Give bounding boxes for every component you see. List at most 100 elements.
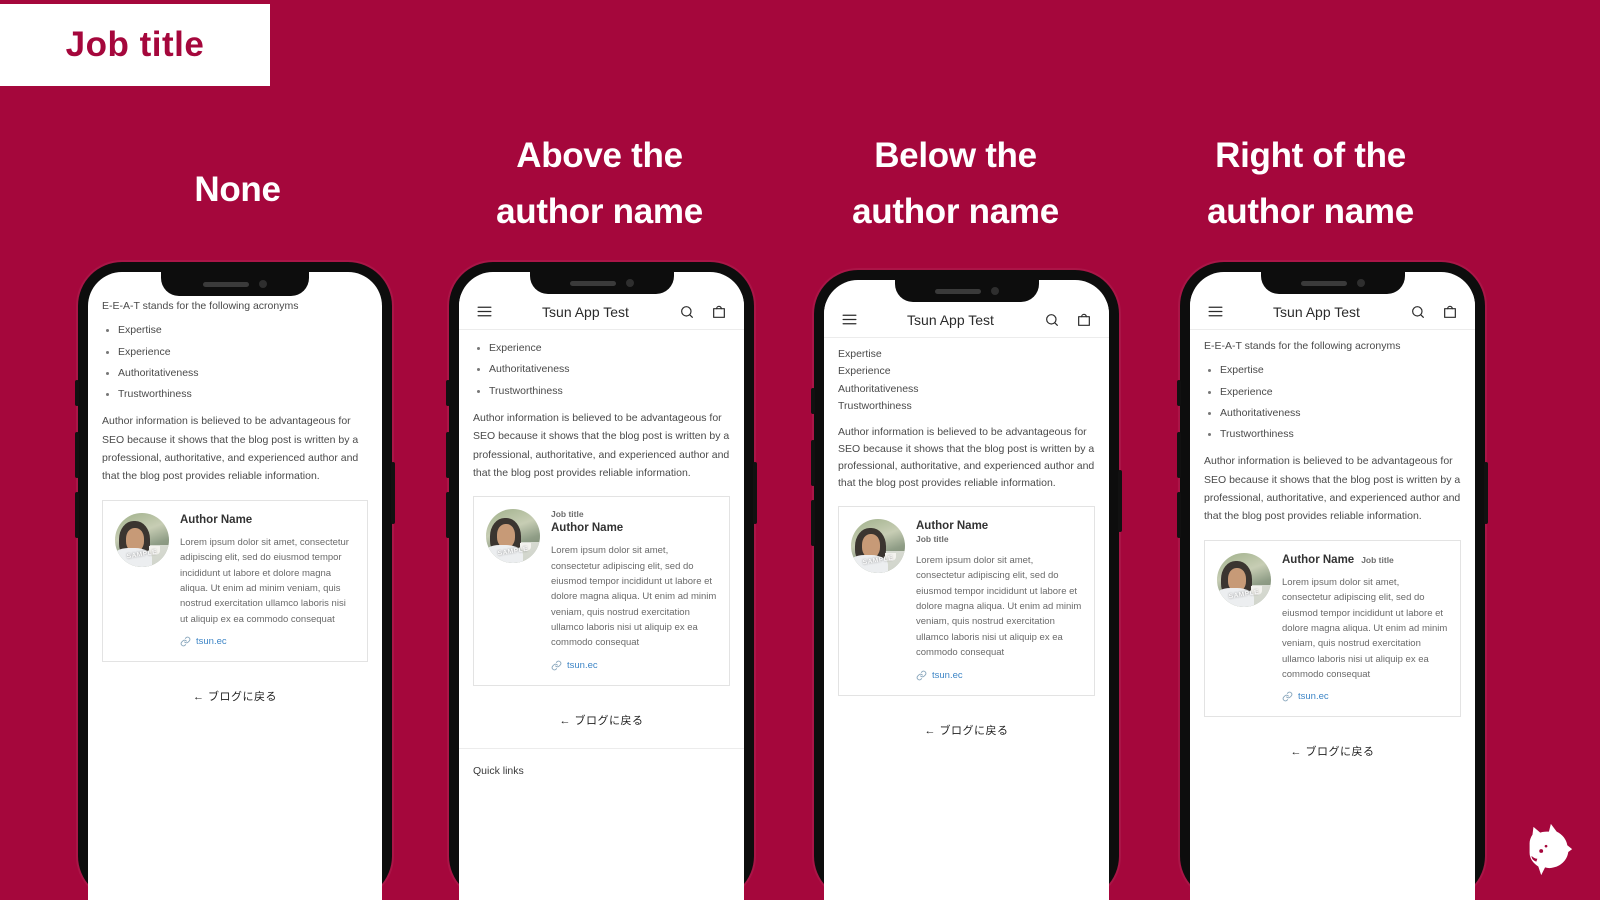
author-website-link[interactable]: tsun.ec	[551, 660, 717, 671]
phone-button-volume-up[interactable]	[446, 432, 450, 478]
phone-button-power[interactable]	[1118, 470, 1122, 532]
author-card: SAMPLE Author Name Job title Lorem ipsum…	[838, 506, 1095, 696]
list-item: Expertise	[102, 322, 368, 338]
list-item: Trustworthiness	[102, 386, 368, 402]
phone-button-mute[interactable]	[446, 380, 450, 406]
search-icon[interactable]	[676, 301, 698, 323]
phone-notch	[1260, 272, 1405, 294]
phone-notch	[894, 280, 1039, 302]
heading-none-line1: None	[194, 170, 281, 209]
author-details: Author Name Lorem ipsum dolor sit amet, …	[180, 513, 355, 647]
heading-above-line1: Above the	[516, 136, 683, 175]
list-item: Experience	[838, 365, 891, 378]
heading-right-line2: author name	[1207, 192, 1414, 231]
app-title: Tsun App Test	[907, 311, 994, 328]
article-body-none: E-E-A-T stands for the following acronym…	[88, 298, 382, 714]
list-item: Trustworthiness	[473, 383, 730, 399]
author-website-link[interactable]: tsun.ec	[916, 670, 1082, 681]
article-paragraph: Author information is believed to be adv…	[102, 415, 359, 483]
phone-button-power[interactable]	[753, 462, 757, 524]
author-card: SAMPLE Job title Author Name Lorem ipsum…	[473, 496, 730, 686]
hamburger-icon[interactable]	[1204, 301, 1226, 323]
list-item: Experience	[102, 344, 368, 360]
author-bio: Lorem ipsum dolor sit amet, consectetur …	[1282, 576, 1448, 681]
heading-none: None	[100, 162, 375, 218]
link-icon	[551, 660, 562, 671]
acronym-list: Expertise Experience Authoritativeness T…	[838, 346, 1095, 414]
phone-mockup-none: E-E-A-T stands for the following acronym…	[75, 262, 395, 900]
hamburger-icon[interactable]	[838, 309, 860, 331]
app-title: Tsun App Test	[1273, 303, 1360, 320]
link-icon	[916, 670, 927, 680]
author-card: SAMPLE Author Name Lorem ipsum dolor sit…	[102, 499, 368, 663]
phone-button-volume-down[interactable]	[1177, 492, 1181, 538]
list-item: Expertise	[1204, 362, 1461, 378]
earpiece-speaker	[569, 280, 616, 286]
author-job-title: Job title	[1361, 554, 1394, 565]
back-to-blog-link-right[interactable]: ← ブログに戻る	[1204, 717, 1461, 769]
author-details: Job title Author Name Lorem ipsum dolor …	[551, 509, 717, 670]
list-item: Trustworthiness	[838, 399, 912, 412]
author-link-text: tsun.ec	[932, 669, 963, 681]
hamburger-icon[interactable]	[473, 301, 495, 323]
phone-button-mute[interactable]	[811, 388, 815, 414]
author-website-link[interactable]: tsun.ec	[1282, 691, 1448, 702]
author-job-title: Job title	[916, 534, 949, 544]
job-title-badge-label: Job title	[65, 25, 205, 64]
phone-notch	[529, 272, 674, 294]
author-job-title: Job title	[551, 509, 584, 520]
phone-screen-none: E-E-A-T stands for the following acronym…	[88, 272, 382, 900]
heading-right-line1: Right of the	[1215, 136, 1406, 175]
list-item: Authoritativeness	[838, 382, 919, 395]
author-link-text: tsun.ec	[196, 636, 227, 648]
heading-above-line2: author name	[496, 192, 703, 231]
job-title-badge: Job title	[0, 4, 270, 86]
list-item: Experience	[473, 340, 730, 356]
shopping-bag-icon[interactable]	[1073, 309, 1095, 331]
avatar: SAMPLE	[115, 512, 169, 567]
phone-button-power[interactable]	[1484, 462, 1488, 524]
app-header: Tsun App Test	[1190, 294, 1475, 330]
phone-screen-below: Tsun App Test Expertise Experience Autho…	[824, 280, 1109, 900]
phone-button-volume-up[interactable]	[811, 440, 815, 486]
heading-below-line1: Below the	[874, 136, 1037, 175]
phone-button-volume-down[interactable]	[811, 500, 815, 546]
phone-screen-above: Tsun App Test Experience Authoritativene…	[459, 272, 744, 900]
list-item: Trustworthiness	[1204, 426, 1461, 442]
search-icon[interactable]	[1041, 309, 1063, 331]
front-camera	[1356, 279, 1365, 287]
heading-above: Above the author name	[462, 128, 737, 240]
heading-right: Right of the author name	[1173, 128, 1448, 240]
back-to-blog-link-none[interactable]: ← ブログに戻る	[102, 662, 368, 714]
phone-mockup-below: Tsun App Test Expertise Experience Autho…	[811, 270, 1122, 900]
acronym-list: Expertise Experience Authoritativeness T…	[102, 322, 368, 402]
phone-button-power[interactable]	[391, 462, 395, 524]
phone-button-volume-down[interactable]	[75, 492, 79, 538]
list-item: Expertise	[838, 348, 882, 360]
list-item: Authoritativeness	[473, 361, 730, 377]
quick-links-heading: Quick links	[473, 764, 524, 777]
author-website-link[interactable]: tsun.ec	[180, 636, 355, 647]
search-icon[interactable]	[1407, 301, 1429, 323]
app-title: Tsun App Test	[542, 303, 629, 320]
phone-button-volume-down[interactable]	[446, 492, 450, 538]
heading-below: Below the author name	[818, 128, 1093, 240]
phone-button-volume-up[interactable]	[75, 432, 79, 478]
phone-button-mute[interactable]	[75, 380, 79, 406]
phone-button-volume-up[interactable]	[1177, 432, 1181, 478]
phone-screen-right: Tsun App Test E-E-A-T stands for the fol…	[1190, 272, 1475, 900]
avatar: SAMPLE	[486, 509, 540, 564]
heading-below-line2: author name	[852, 192, 1059, 231]
phone-button-mute[interactable]	[1177, 380, 1181, 406]
back-to-blog-link-above[interactable]: ← ブログに戻る	[473, 686, 730, 738]
author-bio: Lorem ipsum dolor sit amet, consectetur …	[180, 536, 349, 625]
back-to-blog-link-below[interactable]: ← ブログに戻る	[838, 696, 1095, 748]
shopping-bag-icon[interactable]	[1439, 301, 1461, 323]
earpiece-speaker	[203, 281, 249, 287]
phone-notch	[161, 272, 309, 296]
column-headings: None Above the author name Below the aut…	[0, 128, 1600, 238]
author-bio: Lorem ipsum dolor sit amet, consectetur …	[551, 545, 717, 649]
front-camera	[990, 287, 999, 295]
shopping-bag-icon[interactable]	[708, 301, 730, 323]
article-body-below: Expertise Experience Authoritativeness T…	[824, 338, 1109, 748]
